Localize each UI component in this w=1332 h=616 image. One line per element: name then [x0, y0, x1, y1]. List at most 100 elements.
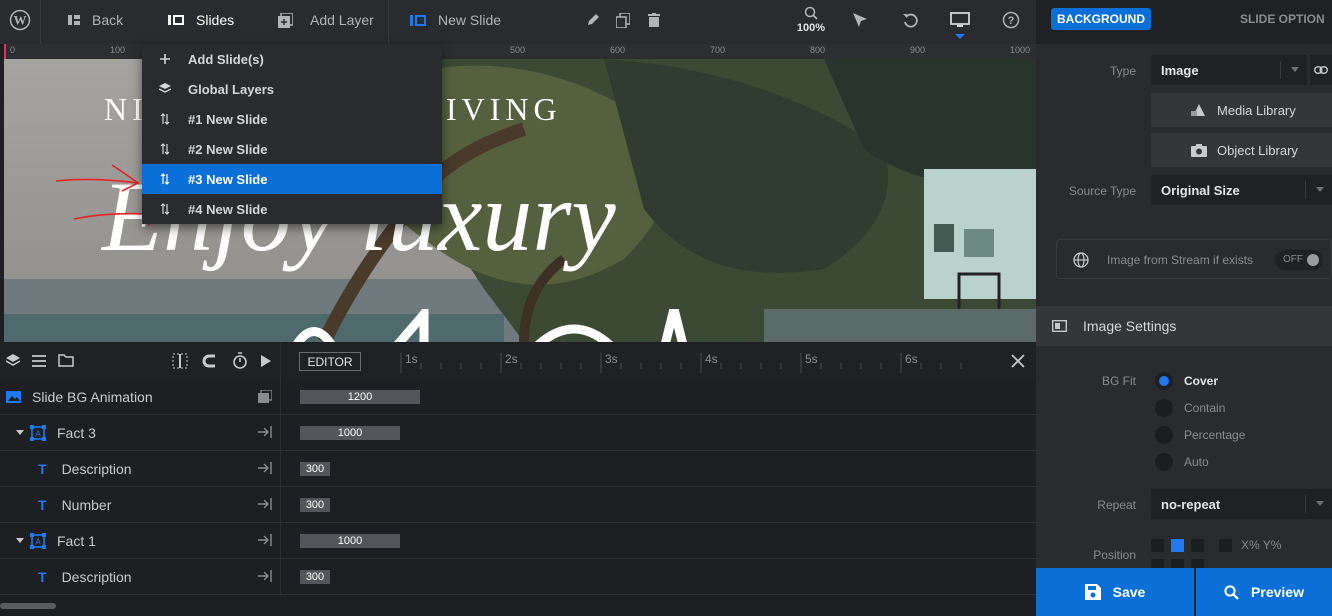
row-label: Fact 3 — [57, 424, 96, 441]
slide-heading-right[interactable]: IVING — [446, 91, 562, 128]
zoom-level: 100% — [796, 22, 826, 34]
save-button[interactable]: Save — [1036, 568, 1194, 616]
radio-auto[interactable] — [1155, 453, 1173, 471]
zoom-icon — [804, 6, 818, 20]
sort-icon — [160, 203, 170, 215]
arrow-to-end-icon[interactable] — [258, 498, 272, 510]
timeline-row-description[interactable]: T Description 300 — [0, 451, 1036, 487]
timeline-bar[interactable]: 1000 — [300, 426, 400, 440]
arrow-to-end-icon[interactable] — [258, 462, 272, 474]
tab-slide-options[interactable]: SLIDE OPTION — [1240, 12, 1325, 26]
menu-item-slide-1[interactable]: #1 New Slide — [142, 104, 442, 134]
position-grid[interactable] — [1151, 539, 1213, 569]
list-icon[interactable] — [32, 355, 46, 367]
type-label: Type — [1109, 64, 1136, 78]
timeline-panel: EDITOR 1s 2s 3s 4s 5s 6s Slide BG Animat… — [0, 343, 1036, 616]
time-tick: 3s — [605, 352, 618, 366]
edit-icon[interactable] — [586, 0, 600, 40]
stopwatch-icon[interactable] — [232, 352, 248, 369]
source-type-label: Source Type — [1068, 184, 1136, 198]
repeat-label: Repeat — [1097, 498, 1136, 512]
timeline-bar[interactable]: 300 — [300, 498, 330, 512]
position-xy: X% Y% — [1241, 538, 1282, 552]
menu-item-label: #3 New Slide — [188, 171, 268, 187]
help-icon[interactable]: ? — [1002, 0, 1020, 40]
add-layer-button[interactable]: Add Layer — [278, 0, 374, 40]
menu-item-label: Global Layers — [188, 81, 274, 97]
stream-toggle[interactable]: OFF — [1275, 250, 1323, 270]
timeline-row-fact-1[interactable]: A Fact 1 1000 — [0, 523, 1036, 559]
timeline-row-description[interactable]: T Description 300 — [0, 559, 1036, 595]
close-icon[interactable] — [1011, 354, 1025, 368]
timeline-bar[interactable]: 1000 — [300, 534, 400, 548]
slide-name: New Slide — [438, 12, 502, 28]
menu-item-add-slides[interactable]: Add Slide(s) — [142, 44, 442, 74]
slides-dropdown-menu: Add Slide(s) Global Layers #1 New Slide … — [142, 44, 442, 224]
row-label: Description — [61, 460, 132, 477]
chevron-down-icon — [1316, 187, 1324, 192]
timeline-row-fact-3[interactable]: A Fact 3 1000 — [0, 415, 1036, 451]
timeline-row-slide-bg[interactable]: Slide BG Animation 1200 — [0, 379, 1036, 415]
zoom-button[interactable]: 100% — [796, 0, 826, 40]
radio-percentage[interactable] — [1155, 426, 1173, 444]
timeline-bar[interactable]: 300 — [300, 462, 330, 476]
collapse-caret-icon[interactable] — [16, 430, 24, 435]
sort-icon — [160, 173, 170, 185]
duplicate-icon[interactable] — [616, 0, 630, 40]
source-type-select[interactable]: Original Size — [1151, 175, 1332, 205]
radio-contain[interactable] — [1155, 399, 1173, 417]
arrow-to-end-icon[interactable] — [258, 426, 272, 438]
bg-fit-option: Percentage — [1184, 428, 1246, 442]
object-library-button[interactable]: Object Library — [1151, 133, 1332, 167]
link-icon[interactable] — [1310, 55, 1332, 85]
timeline-bar[interactable]: 300 — [300, 570, 330, 584]
magnet-icon[interactable] — [202, 353, 218, 369]
slide-name-button[interactable]: New Slide — [410, 0, 501, 40]
group-icon: A — [30, 424, 46, 441]
collapse-caret-icon[interactable] — [16, 538, 24, 543]
arrow-to-end-icon[interactable] — [258, 534, 272, 546]
editor-tab[interactable]: EDITOR — [299, 352, 361, 371]
repeat-select[interactable]: no-repeat — [1151, 489, 1332, 519]
position-custom-checkbox[interactable] — [1219, 539, 1232, 552]
horizontal-scrollbar[interactable] — [0, 603, 56, 609]
ruler-tick: 900 — [910, 45, 926, 55]
object-library-label: Object Library — [1217, 142, 1298, 158]
media-library-button[interactable]: Media Library — [1151, 93, 1332, 127]
time-tick: 2s — [505, 352, 518, 366]
tab-background[interactable]: BACKGROUND — [1051, 8, 1151, 30]
slides-button[interactable]: Slides — [168, 0, 234, 40]
folder-icon[interactable] — [58, 354, 74, 367]
timeline-row-number[interactable]: T Number 300 — [0, 487, 1036, 523]
gallery-icon[interactable] — [258, 390, 272, 403]
back-button[interactable]: Back — [68, 0, 123, 40]
menu-item-global-layers[interactable]: Global Layers — [142, 74, 442, 104]
cursor-icon[interactable] — [852, 0, 868, 40]
grid-select-icon[interactable] — [172, 353, 188, 369]
radio-cover[interactable] — [1155, 372, 1173, 390]
menu-item-slide-2[interactable]: #2 New Slide — [142, 134, 442, 164]
ruler-tick: 600 — [610, 45, 626, 55]
text-layer-icon: T — [38, 460, 47, 477]
play-icon[interactable] — [261, 355, 271, 367]
layers-icon[interactable] — [6, 354, 20, 368]
right-settings-panel: BACKGROUND SLIDE OPTION Type Image Media… — [1036, 0, 1332, 616]
image-settings-section[interactable]: Image Settings — [1036, 306, 1332, 346]
stream-toggle-row: Image from Stream if exists OFF — [1056, 239, 1332, 279]
ruler-tick: 0 — [10, 45, 16, 55]
preview-button[interactable]: Preview — [1196, 568, 1332, 616]
type-select[interactable]: Image — [1151, 55, 1307, 85]
menu-item-label: #1 New Slide — [188, 111, 268, 127]
menu-item-slide-3[interactable]: #3 New Slide — [142, 164, 442, 194]
timeline-bar[interactable]: 1200 — [300, 390, 420, 404]
preview-label: Preview — [1251, 584, 1304, 600]
undo-icon[interactable] — [902, 0, 918, 40]
delete-icon[interactable] — [648, 0, 660, 40]
menu-item-slide-4[interactable]: #4 New Slide — [142, 194, 442, 224]
arrow-to-end-icon[interactable] — [258, 570, 272, 582]
timeline-ruler-ticks — [400, 353, 962, 373]
toggle-state: OFF — [1283, 254, 1303, 265]
media-library-label: Media Library — [1217, 102, 1296, 118]
add-layer-label: Add Layer — [310, 12, 374, 28]
wordpress-logo-icon[interactable]: W — [0, 0, 40, 40]
